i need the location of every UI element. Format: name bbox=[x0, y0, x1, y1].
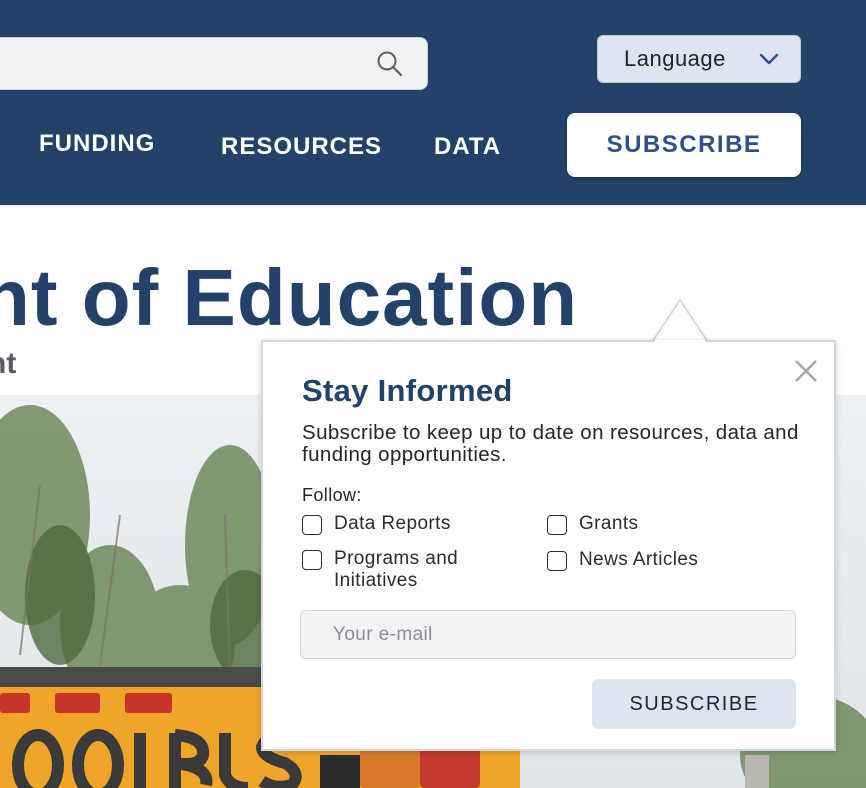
checkbox-label: News Articles bbox=[579, 549, 699, 570]
page-subtitle: nt bbox=[0, 347, 17, 380]
search-input[interactable] bbox=[0, 37, 428, 90]
site-header: Language FUNDING RESOURCES DATA SUBSCRIB… bbox=[0, 0, 866, 205]
nav-link-funding[interactable]: FUNDING bbox=[39, 130, 155, 158]
checkbox-box[interactable] bbox=[547, 515, 567, 535]
page-title: nt of Education bbox=[0, 253, 579, 342]
search-icon[interactable] bbox=[375, 49, 405, 79]
nav-link-data[interactable]: DATA bbox=[434, 133, 501, 161]
checkbox-grants[interactable]: Grants bbox=[547, 513, 638, 535]
language-label: Language bbox=[624, 46, 726, 71]
checkbox-label: Data Reports bbox=[334, 513, 451, 534]
checkbox-data-reports[interactable]: Data Reports bbox=[302, 513, 451, 535]
follow-label: Follow: bbox=[302, 485, 362, 505]
chevron-down-icon bbox=[759, 53, 779, 65]
close-icon[interactable] bbox=[794, 359, 818, 383]
popup-caret bbox=[652, 298, 708, 343]
checkbox-box[interactable] bbox=[547, 551, 567, 571]
checkbox-box[interactable] bbox=[302, 550, 322, 570]
checkbox-programs-initiatives[interactable]: Programs and Initiatives bbox=[302, 548, 512, 592]
popup-subscribe-button[interactable]: SUBSCRIBE bbox=[592, 679, 796, 729]
nav-link-resources[interactable]: RESOURCES bbox=[221, 133, 382, 161]
checkbox-label: Programs and Initiatives bbox=[334, 548, 459, 591]
checkbox-news-articles[interactable]: News Articles bbox=[547, 549, 698, 571]
language-select[interactable]: Language bbox=[597, 35, 801, 83]
popup-title: Stay Informed bbox=[302, 373, 513, 408]
checkbox-label: Grants bbox=[579, 513, 639, 534]
header-subscribe-button[interactable]: SUBSCRIBE bbox=[567, 113, 801, 177]
popup-description: Subscribe to keep up to date on resource… bbox=[302, 421, 799, 466]
email-field[interactable] bbox=[300, 610, 796, 659]
checkbox-box[interactable] bbox=[302, 515, 322, 535]
caret-joint bbox=[655, 340, 705, 344]
